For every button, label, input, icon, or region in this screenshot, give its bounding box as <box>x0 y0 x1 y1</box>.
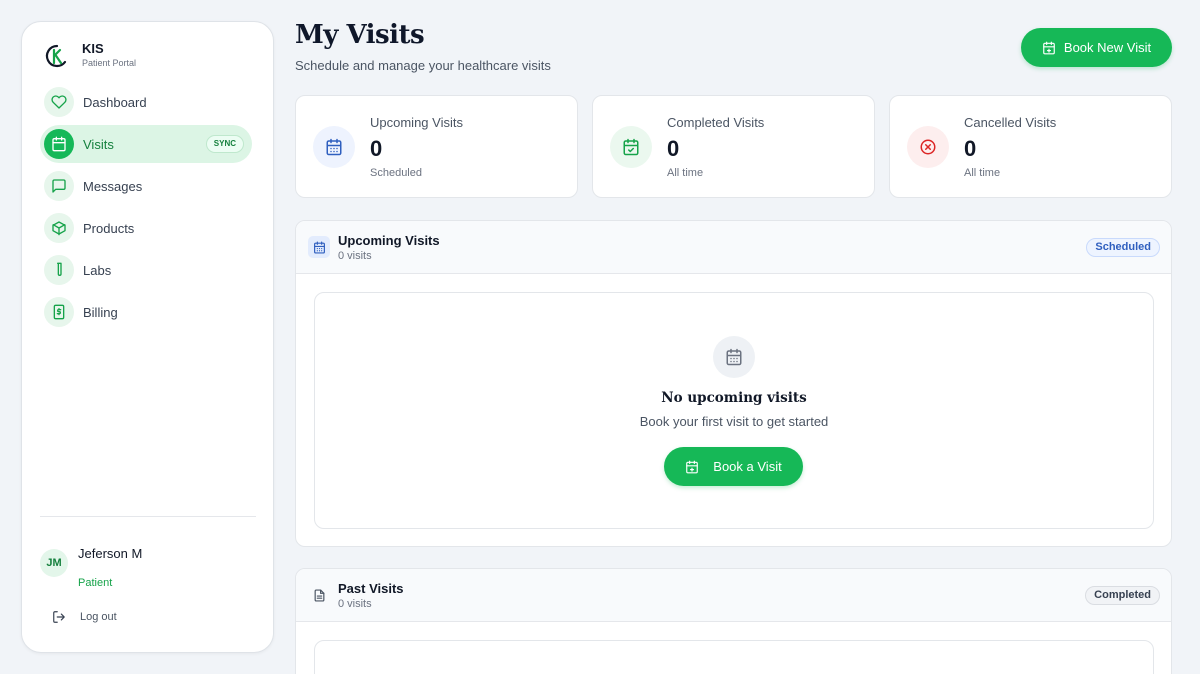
sidebar-item-label: Billing <box>83 304 118 320</box>
stat-value: 0 <box>964 136 977 161</box>
empty-state-subtitle: Book your first visit to get started <box>639 414 829 429</box>
stat-value: 0 <box>370 136 383 161</box>
book-visit-button[interactable]: Book a Visit <box>664 447 803 486</box>
stat-sub: All time <box>667 167 704 179</box>
user-name: Jeferson M <box>78 546 143 561</box>
status-badge: Completed <box>1085 586 1160 605</box>
stat-label: Upcoming Visits <box>370 115 463 130</box>
page-title: My Visits <box>295 20 425 50</box>
logout-label: Log out <box>80 611 117 623</box>
empty-state: No upcoming visits Book your first visit… <box>314 292 1154 529</box>
x-circle-icon <box>907 126 949 168</box>
logout-icon <box>53 611 65 623</box>
stat-sub: All time <box>964 167 1001 179</box>
sidebar-item-label: Dashboard <box>83 94 147 110</box>
calendar-icon <box>313 126 355 168</box>
sidebar-item-label: Labs <box>83 262 112 278</box>
calendar-icon <box>713 336 755 378</box>
sidebar-item-dashboard[interactable]: Dashboard <box>40 83 252 121</box>
calendar-check-icon <box>610 126 652 168</box>
book-visit-label: Book a Visit <box>713 459 782 474</box>
avatar: JM <box>40 549 68 577</box>
calendar-plus-icon <box>1043 41 1055 54</box>
stat-card-upcoming: Upcoming Visits 0 Scheduled <box>295 95 578 198</box>
stat-sub: Scheduled <box>370 167 422 179</box>
section-title: Upcoming Visits <box>338 233 440 248</box>
sidebar-divider <box>40 516 256 517</box>
sidebar-item-messages[interactable]: Messages <box>40 167 252 205</box>
sidebar: KIS Patient Portal Dashboard Visits SYNC… <box>21 21 274 653</box>
section-header: Past Visits 0 visits Completed <box>296 569 1171 622</box>
past-visits-list <box>314 640 1154 674</box>
user-role: Patient <box>78 577 113 589</box>
kis-logo-icon <box>45 44 67 67</box>
stat-label: Cancelled Visits <box>964 115 1057 130</box>
section-title: Past Visits <box>338 581 404 596</box>
brand-subtitle: Patient Portal <box>82 58 137 68</box>
sidebar-item-labs[interactable]: Labs <box>40 251 252 289</box>
sidebar-nav: Dashboard Visits SYNC Messages Products <box>40 83 252 335</box>
empty-state-title: No upcoming visits <box>661 390 807 406</box>
page-subtitle: Schedule and manage your healthcare visi… <box>295 58 551 73</box>
billing-icon <box>44 297 74 327</box>
sync-badge: SYNC <box>205 135 244 153</box>
section-count: 0 visits <box>338 250 372 262</box>
stat-label: Completed Visits <box>667 115 765 130</box>
logout-button[interactable]: Log out <box>52 610 117 624</box>
section-header: Upcoming Visits 0 visits Scheduled <box>296 221 1171 274</box>
sidebar-item-label: Visits <box>83 136 114 152</box>
stat-value: 0 <box>667 136 680 161</box>
stat-card-completed: Completed Visits 0 All time <box>592 95 875 198</box>
brand-name: KIS <box>82 41 104 56</box>
calendar-icon <box>44 129 74 159</box>
section-count: 0 visits <box>338 598 372 610</box>
sidebar-item-products[interactable]: Products <box>40 209 252 247</box>
upcoming-visits-section: Upcoming Visits 0 visits Scheduled No up… <box>295 220 1172 547</box>
sidebar-item-label: Messages <box>83 178 143 194</box>
book-new-visit-button[interactable]: Book New Visit <box>1021 28 1172 67</box>
past-visits-section: Past Visits 0 visits Completed <box>295 568 1172 674</box>
status-badge: Scheduled <box>1086 238 1160 257</box>
heart-icon <box>44 87 74 117</box>
document-icon <box>308 584 330 606</box>
sidebar-item-label: Products <box>83 220 135 236</box>
sidebar-item-billing[interactable]: Billing <box>40 293 252 331</box>
test-tube-icon <box>44 255 74 285</box>
calendar-plus-icon <box>686 460 699 473</box>
stat-card-cancelled: Cancelled Visits 0 All time <box>889 95 1172 198</box>
sidebar-item-visits[interactable]: Visits SYNC <box>40 125 252 163</box>
box-icon <box>44 213 74 243</box>
calendar-icon <box>308 236 330 258</box>
book-new-visit-label: Book New Visit <box>1063 40 1152 55</box>
message-icon <box>44 171 74 201</box>
brand[interactable]: KIS Patient Portal <box>44 41 136 70</box>
user-profile[interactable]: JM Jeferson M Patient <box>40 546 142 589</box>
